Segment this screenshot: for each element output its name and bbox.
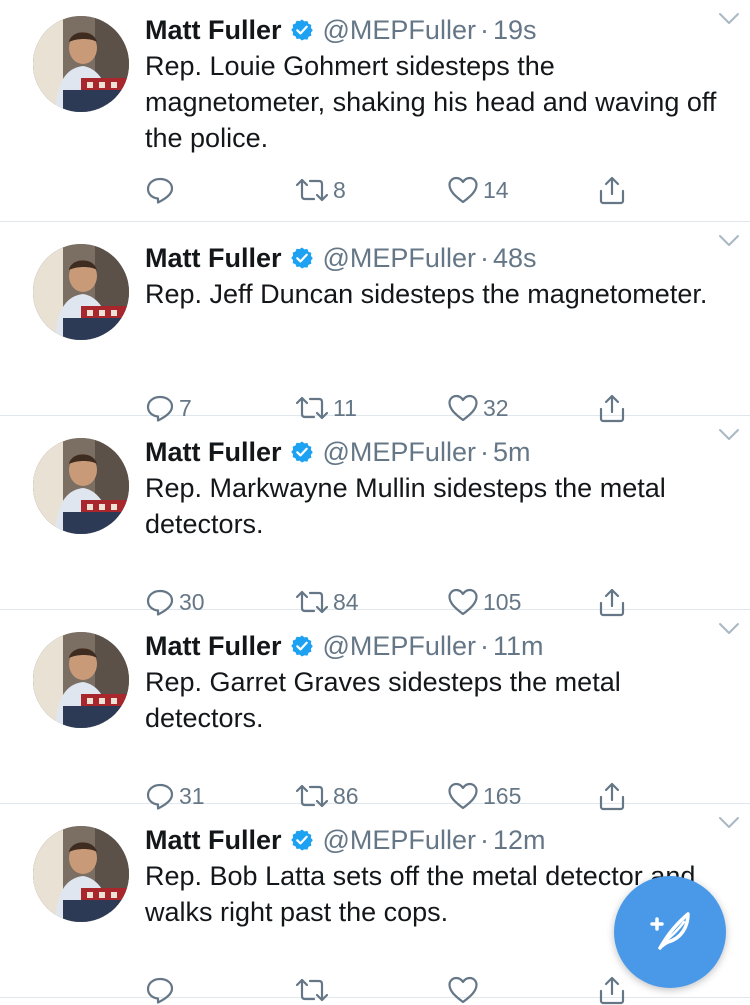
like-count: 14 xyxy=(483,176,509,203)
author-handle[interactable]: @MEPFuller xyxy=(323,15,476,46)
avatar[interactable] xyxy=(33,826,129,922)
share-icon xyxy=(599,176,625,205)
reply-button[interactable] xyxy=(145,175,179,205)
retweet-count: 8 xyxy=(333,176,346,203)
tweet-header: Matt Fuller @MEPFuller · 19s xyxy=(145,12,730,48)
share-button[interactable] xyxy=(597,975,627,1005)
compose-tweet-icon xyxy=(650,912,690,950)
tweet-header: Matt Fuller @MEPFuller · 48s xyxy=(145,240,730,276)
separator-dot: · xyxy=(479,630,489,661)
chevron-down-icon[interactable] xyxy=(718,622,740,636)
tweet[interactable]: Matt Fuller @MEPFuller · 11m Rep. Garret… xyxy=(0,610,750,811)
retweet-button[interactable] xyxy=(295,975,333,1005)
share-button[interactable] xyxy=(597,175,627,205)
like-button[interactable] xyxy=(447,975,483,1005)
tweet-actions: 8 14 xyxy=(145,175,640,205)
tweet-text: Rep. Jeff Duncan sidesteps the magnetome… xyxy=(145,279,708,309)
tweet-timestamp[interactable]: 11m xyxy=(493,631,544,662)
author-name[interactable]: Matt Fuller xyxy=(145,243,282,274)
author-name[interactable]: Matt Fuller xyxy=(145,631,282,662)
tweet-text: Rep. Louie Gohmert sidesteps the magneto… xyxy=(145,51,717,153)
tweet-content: Matt Fuller @MEPFuller · 5m Rep. Markway… xyxy=(145,434,730,542)
tweet-timestamp[interactable]: 12m xyxy=(493,825,546,856)
chevron-down-icon[interactable] xyxy=(718,816,740,830)
tweet-timestamp[interactable]: 48s xyxy=(493,243,537,274)
heart-icon xyxy=(448,976,478,1004)
timeline: Matt Fuller @MEPFuller · 19s Rep. Louie … xyxy=(0,0,750,1005)
separator-dot: · xyxy=(479,242,489,273)
tweet-header: Matt Fuller @MEPFuller · 5m xyxy=(145,434,730,470)
verified-badge-icon xyxy=(290,829,313,851)
tweet-text: Rep. Garret Graves sidesteps the metal d… xyxy=(145,667,621,733)
compose-tweet-button[interactable] xyxy=(614,876,726,988)
like-button[interactable]: 14 xyxy=(447,175,509,205)
avatar[interactable] xyxy=(33,438,129,534)
author-name[interactable]: Matt Fuller xyxy=(145,437,282,468)
author-handle[interactable]: @MEPFuller xyxy=(323,243,476,274)
avatar[interactable] xyxy=(33,244,129,340)
separator-dot: · xyxy=(479,824,489,855)
reply-icon xyxy=(146,177,174,204)
tweet-actions xyxy=(145,975,640,1005)
author-handle[interactable]: @MEPFuller xyxy=(323,437,476,468)
retweet-icon xyxy=(295,978,329,1002)
avatar[interactable] xyxy=(33,632,129,728)
tweet-timestamp[interactable]: 5m xyxy=(493,437,531,468)
author-handle[interactable]: @MEPFuller xyxy=(323,631,476,662)
tweet-content: Matt Fuller @MEPFuller · 11m Rep. Garret… xyxy=(145,628,730,736)
verified-badge-icon xyxy=(290,19,313,41)
author-handle[interactable]: @MEPFuller xyxy=(323,825,476,856)
author-name[interactable]: Matt Fuller xyxy=(145,825,282,856)
chevron-down-icon[interactable] xyxy=(718,428,740,442)
avatar[interactable] xyxy=(33,16,129,112)
tweet-content: Matt Fuller @MEPFuller · 19s Rep. Louie … xyxy=(145,12,730,156)
retweet-button[interactable]: 8 xyxy=(295,175,346,205)
verified-badge-icon xyxy=(290,441,313,463)
tweet[interactable]: Matt Fuller @MEPFuller · 19s Rep. Louie … xyxy=(0,0,750,222)
tweet-content: Matt Fuller @MEPFuller · 48s Rep. Jeff D… xyxy=(145,240,730,312)
author-name[interactable]: Matt Fuller xyxy=(145,15,282,46)
tweet[interactable]: Matt Fuller @MEPFuller · 48s Rep. Jeff D… xyxy=(0,222,750,423)
tweet-header: Matt Fuller @MEPFuller · 12m xyxy=(145,822,730,858)
share-icon xyxy=(599,976,625,1005)
retweet-icon xyxy=(295,178,329,202)
reply-button[interactable] xyxy=(145,975,179,1005)
tweet-timestamp[interactable]: 19s xyxy=(493,15,537,46)
tweet-header: Matt Fuller @MEPFuller · 11m xyxy=(145,628,730,664)
verified-badge-icon xyxy=(290,635,313,657)
tweet-text: Rep. Markwayne Mullin sidesteps the meta… xyxy=(145,473,666,539)
chevron-down-icon[interactable] xyxy=(718,12,740,26)
separator-dot: · xyxy=(479,436,489,467)
heart-icon xyxy=(448,176,478,204)
tweet[interactable]: Matt Fuller @MEPFuller · 5m Rep. Markway… xyxy=(0,416,750,617)
verified-badge-icon xyxy=(290,247,313,269)
reply-icon xyxy=(146,977,174,1004)
chevron-down-icon[interactable] xyxy=(718,234,740,248)
separator-dot: · xyxy=(479,14,489,45)
